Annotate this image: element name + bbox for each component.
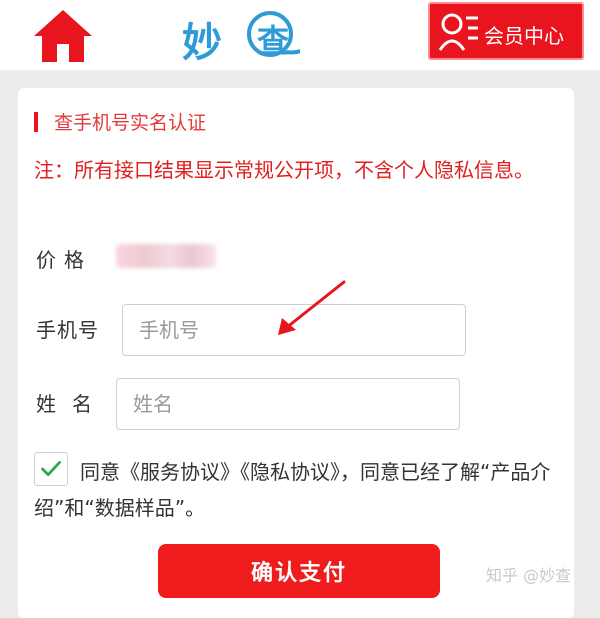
form-title: 查手机号实名认证: [54, 112, 207, 134]
price-value-blurred: [116, 244, 216, 268]
title-accent-bar: [34, 112, 38, 132]
checkmark-icon: [41, 461, 61, 477]
data-sample-link[interactable]: “数据样品”: [84, 496, 185, 520]
name-label: 姓名: [36, 392, 108, 416]
member-icon: [438, 13, 478, 51]
confirm-pay-button[interactable]: 确认支付: [158, 544, 440, 598]
privacy-notice: 注：所有接口结果显示常规公开项，不含个人隐私信息。: [34, 158, 534, 182]
privacy-agreement-link[interactable]: 《隐私协议》: [240, 460, 340, 484]
verification-form-card: 查手机号实名认证 注：所有接口结果显示常规公开项，不含个人隐私信息。 价格 手机…: [18, 88, 574, 618]
agree-prefix: 同意: [80, 460, 120, 484]
app-header: 妙 查 会员中心: [0, 0, 600, 70]
agree-end: 。: [185, 496, 206, 520]
logo-text: 妙: [182, 20, 224, 66]
home-icon[interactable]: [32, 8, 94, 64]
agree-checkbox[interactable]: [34, 452, 68, 486]
service-agreement-link[interactable]: 《服务协议》: [120, 460, 240, 484]
logo-circle-char: 查: [256, 22, 289, 60]
agree-and: 和: [64, 496, 85, 520]
watermark: 知乎 @妙查: [486, 566, 572, 585]
price-label: 价格: [36, 248, 92, 272]
phone-label: 手机号: [36, 318, 99, 342]
agreement-text: 同意《服务协议》《隐私协议》，同意已经了解“产品介绍”和“数据样品”。: [34, 454, 554, 526]
member-center-label: 会员中心: [484, 24, 564, 48]
agree-middle: ，同意已经了解: [340, 460, 480, 484]
name-input[interactable]: [116, 378, 460, 430]
logo: 妙 查: [182, 4, 332, 66]
phone-input[interactable]: [122, 304, 466, 356]
member-center-button[interactable]: 会员中心: [428, 2, 584, 60]
